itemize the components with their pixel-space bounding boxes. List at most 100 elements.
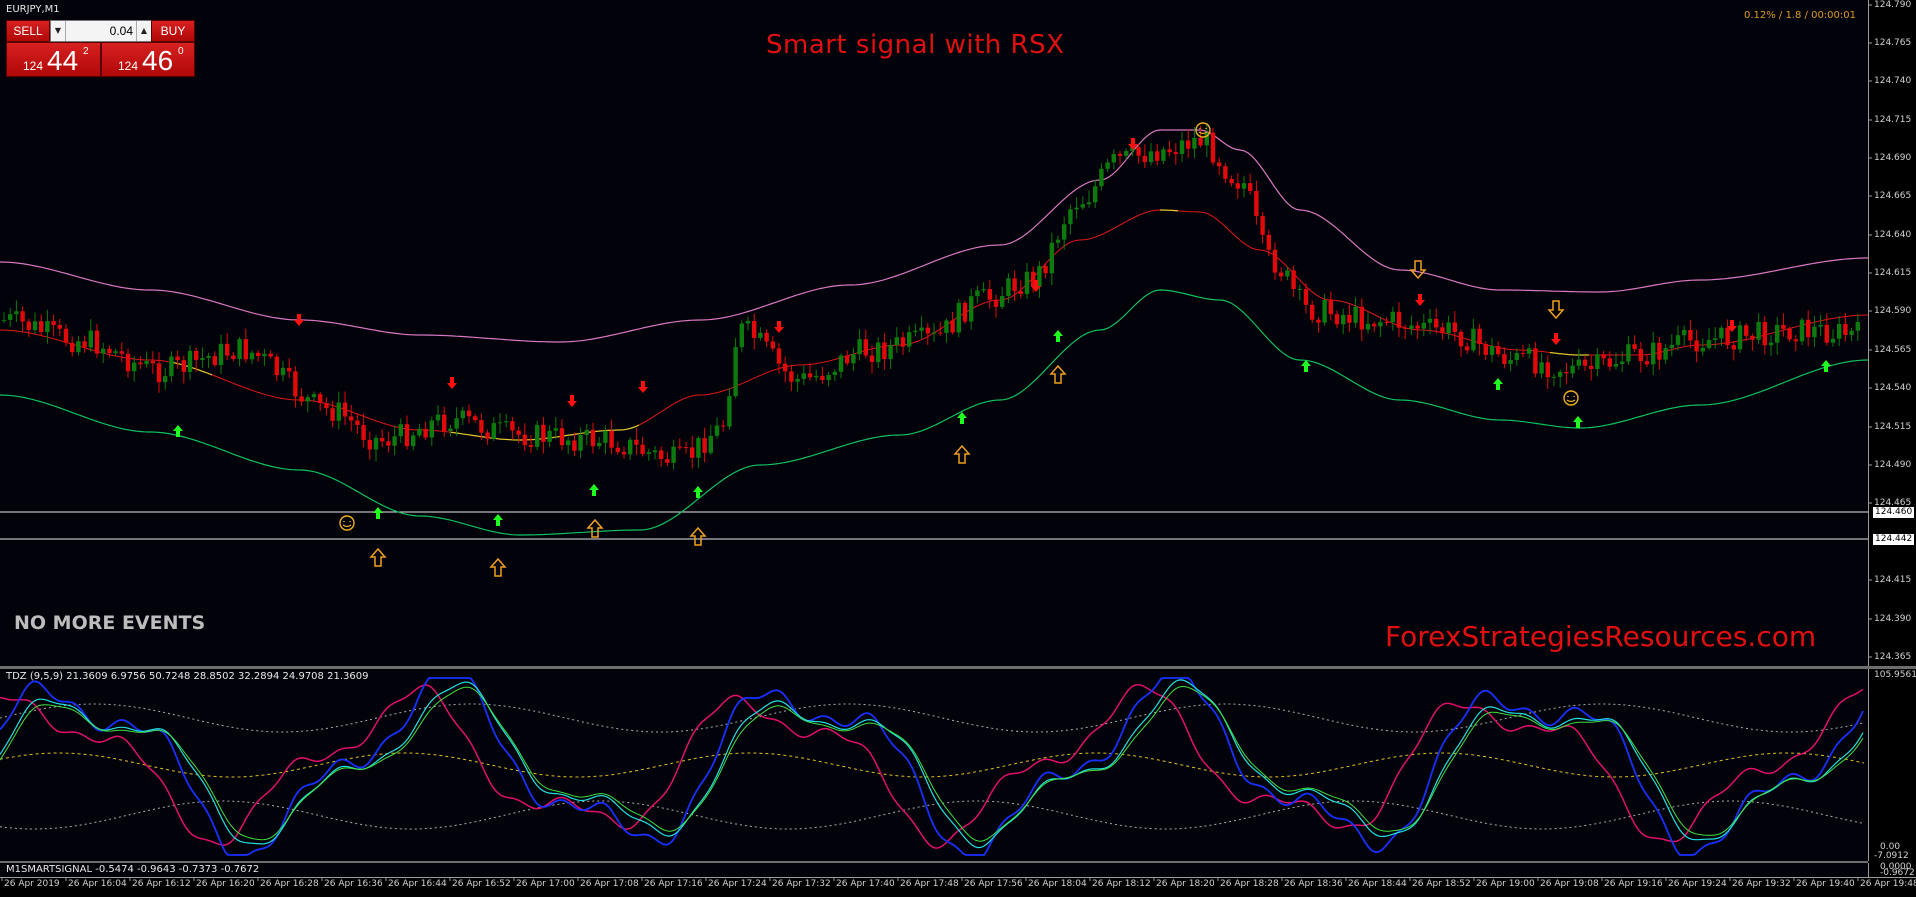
lot-decrease-icon[interactable]: ▼ bbox=[51, 21, 66, 41]
candle-body bbox=[1093, 186, 1098, 203]
candle-body bbox=[1793, 339, 1798, 342]
candle-body bbox=[243, 339, 248, 360]
candle-body bbox=[1849, 330, 1854, 335]
candle-body bbox=[212, 356, 217, 366]
chart-window[interactable]: EURJPY,M1 Smart signal with RSX 0.12% / … bbox=[0, 0, 1916, 897]
candle-body bbox=[1737, 325, 1743, 350]
candle-body bbox=[1595, 354, 1600, 369]
lot-increase-icon[interactable]: ▲ bbox=[136, 21, 151, 41]
candle-body bbox=[101, 348, 106, 354]
candle-body bbox=[293, 371, 298, 397]
candle-body bbox=[1471, 328, 1476, 351]
candle-body bbox=[1359, 306, 1364, 330]
candle-body bbox=[355, 420, 360, 425]
candle-body bbox=[801, 373, 806, 379]
candle-body bbox=[1210, 132, 1216, 163]
buy-button[interactable]: BUY bbox=[151, 20, 195, 42]
candle-body bbox=[1452, 322, 1457, 332]
m1-bottom-label: -0.9672 bbox=[1880, 868, 1915, 878]
candle-body bbox=[1787, 328, 1792, 340]
candle-body bbox=[1347, 314, 1352, 323]
price-tick-label: 124.665 bbox=[1874, 191, 1912, 201]
candle-body bbox=[1496, 346, 1501, 355]
bid-price-button[interactable]: 124 44 2 bbox=[6, 42, 101, 77]
candle-body bbox=[349, 416, 354, 421]
sell-arrow-icon bbox=[294, 314, 304, 326]
time-tick-label: 26 Apr 17:08 bbox=[580, 879, 639, 889]
candle-body bbox=[497, 422, 503, 424]
candle-body bbox=[1806, 319, 1811, 338]
candle-body bbox=[1334, 314, 1340, 325]
candle-body bbox=[1403, 327, 1408, 329]
middle-flat-segment bbox=[1549, 351, 1589, 356]
candle-body bbox=[330, 408, 335, 421]
candle-body bbox=[1248, 183, 1253, 191]
candle-body bbox=[361, 424, 366, 440]
candle-body bbox=[1731, 345, 1736, 350]
candle-body bbox=[1080, 204, 1085, 208]
time-tick-label: 26 Apr 16:04 bbox=[68, 879, 127, 889]
candle-body bbox=[1477, 328, 1482, 344]
candle-body bbox=[1124, 150, 1129, 156]
ask-price-button[interactable]: 124 46 0 bbox=[101, 42, 195, 77]
candle-body bbox=[194, 350, 199, 360]
candle-body bbox=[745, 320, 751, 324]
bid-pipette: 2 bbox=[83, 46, 89, 57]
candle-body bbox=[1105, 162, 1110, 169]
candle-body bbox=[144, 360, 149, 365]
sell-button[interactable]: SELL bbox=[6, 20, 50, 42]
candle-body bbox=[479, 420, 484, 433]
hollow-up-arrow-icon bbox=[489, 557, 507, 577]
candle-body bbox=[535, 424, 540, 447]
candle-body bbox=[225, 343, 230, 356]
candle-body bbox=[541, 424, 546, 442]
candle-body bbox=[1198, 137, 1203, 146]
candle-body bbox=[218, 343, 224, 366]
candle-body bbox=[1830, 338, 1836, 343]
candle-body bbox=[1756, 321, 1761, 340]
candle-body bbox=[1706, 340, 1712, 348]
time-tick-label: 26 Apr 16:52 bbox=[452, 879, 511, 889]
price-tick-label: 124.515 bbox=[1874, 422, 1912, 432]
candle-body bbox=[764, 332, 769, 342]
candle-body bbox=[1229, 178, 1234, 184]
candle-body bbox=[342, 402, 348, 417]
smiley-icon-mouth bbox=[342, 524, 352, 528]
tdz-lower-dotted-band bbox=[0, 800, 1865, 830]
spread-info: 0.12% / 1.8 / 00:00:01 bbox=[1743, 10, 1856, 21]
candle-body bbox=[758, 332, 763, 338]
candle-body bbox=[45, 321, 50, 333]
time-tick-label: 26 Apr 17:40 bbox=[836, 879, 895, 889]
middle-flat-segment bbox=[1160, 209, 1179, 212]
candle-body bbox=[20, 311, 25, 322]
candle-body bbox=[324, 402, 329, 409]
candle-body bbox=[510, 421, 515, 431]
candle-body bbox=[163, 376, 168, 383]
candle-body bbox=[119, 351, 124, 354]
buy-arrow-icon bbox=[1493, 378, 1503, 390]
candle-body bbox=[1527, 348, 1532, 354]
price-tick-label: 124.690 bbox=[1874, 153, 1912, 163]
candle-body bbox=[466, 410, 472, 417]
candle-body bbox=[1725, 327, 1730, 346]
candle-body bbox=[683, 447, 689, 449]
candle-body bbox=[200, 357, 205, 360]
time-tick-label: 26 Apr 19:32 bbox=[1732, 879, 1791, 889]
candle-body bbox=[1620, 361, 1625, 365]
candle-body bbox=[1310, 304, 1315, 320]
candle-body bbox=[1520, 352, 1526, 354]
candle-body bbox=[1173, 152, 1178, 155]
candle-body bbox=[528, 445, 534, 447]
candle-body bbox=[1632, 344, 1637, 350]
candle-body bbox=[1322, 299, 1327, 323]
smiley-icon-mouth bbox=[1198, 131, 1208, 135]
candle-body bbox=[1545, 362, 1550, 378]
candle-body bbox=[770, 341, 775, 349]
candle-body bbox=[380, 437, 385, 442]
lot-size-input[interactable] bbox=[67, 21, 133, 41]
candle-body bbox=[882, 342, 887, 360]
candle-body bbox=[299, 396, 304, 402]
candle-body bbox=[913, 330, 918, 333]
tdz-green-line bbox=[0, 685, 1864, 842]
lot-size-stepper[interactable]: ▼ ▲ bbox=[50, 20, 152, 42]
